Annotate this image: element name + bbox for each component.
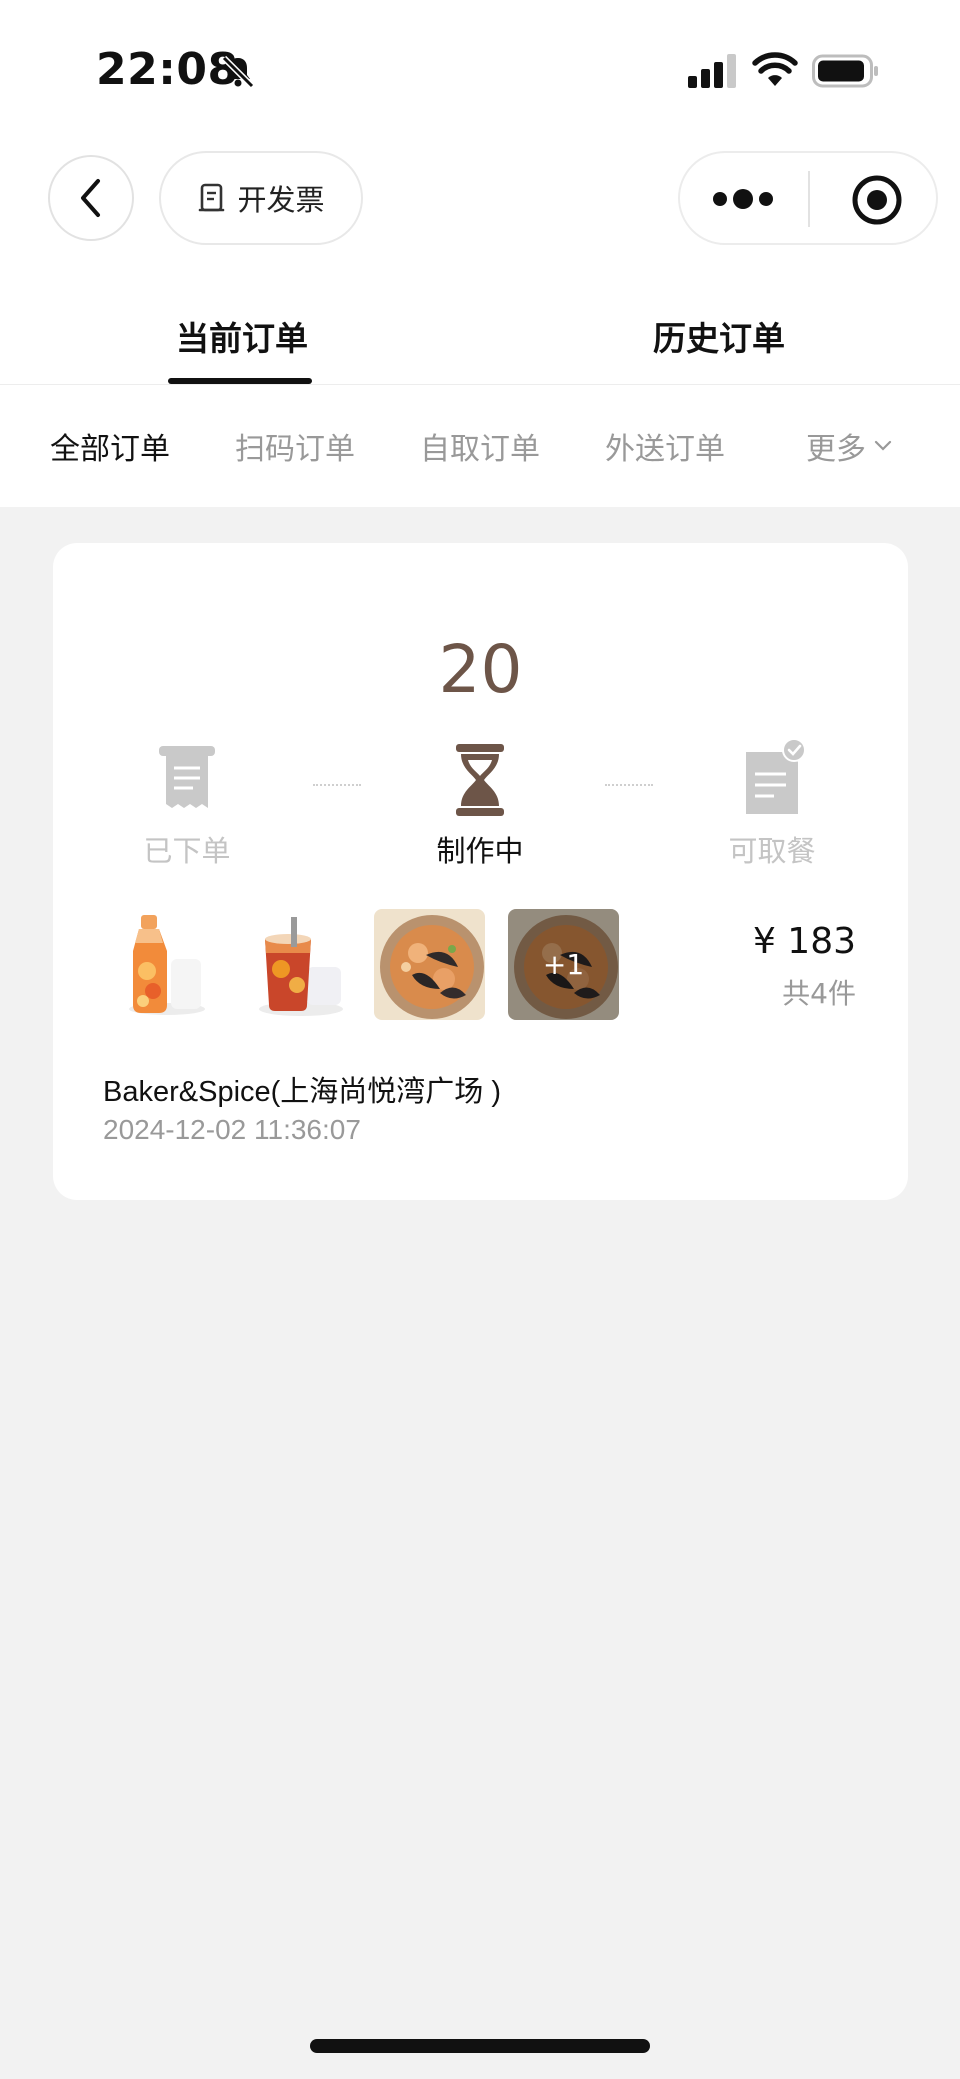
- document-check-icon: [746, 738, 806, 814]
- fruit-tea-carafe-thumbnail: [105, 909, 216, 1020]
- wifi-icon: [752, 52, 798, 86]
- step-preparing: 制作中: [405, 738, 555, 870]
- filter-more-label: 更多: [806, 432, 866, 467]
- bell-slash-icon: [221, 55, 255, 89]
- step-connector: [605, 784, 653, 786]
- step-preparing-label: 制作中: [436, 834, 524, 868]
- seafood-pasta-thumbnail-more: +1: [508, 909, 619, 1020]
- filter-delivery-orders[interactable]: 外送订单: [605, 424, 725, 468]
- filter-all-orders[interactable]: 全部订单: [50, 424, 170, 468]
- filter-more[interactable]: 更多: [806, 424, 892, 468]
- home-indicator: [310, 2039, 650, 2053]
- mini-program-capsule: [678, 151, 938, 245]
- iced-tea-glass-thumbnail: [241, 909, 352, 1020]
- receipt-icon: [159, 746, 215, 808]
- order-time: 2024-12-02 11:36:07: [103, 1114, 361, 1145]
- target-circle-icon[interactable]: [850, 173, 904, 227]
- order-item-count: 共4件: [782, 977, 856, 1010]
- chevron-left-icon: [81, 179, 100, 217]
- queue-number: 20: [438, 631, 523, 708]
- receipt-icon: [199, 183, 225, 212]
- hourglass-icon: [456, 744, 504, 816]
- step-ordered: 已下单: [112, 738, 262, 870]
- cellular-signal-icon: [688, 54, 736, 88]
- battery-icon: [812, 54, 878, 88]
- more-dots-icon[interactable]: [708, 173, 778, 225]
- tab-current-orders[interactable]: 当前订单: [176, 312, 308, 360]
- order-card[interactable]: 20 已下单 制作中 可取餐 +1 ¥ 183 共4件 Baker&Spice(…: [53, 543, 908, 1200]
- step-ordered-label: 已下单: [143, 834, 231, 868]
- back-button[interactable]: [48, 155, 134, 241]
- order-price: ¥ 183: [752, 921, 856, 962]
- invoice-button[interactable]: 开发票: [159, 151, 363, 245]
- capsule-divider: [808, 171, 810, 227]
- step-ready: 可取餐: [697, 738, 847, 870]
- store-name: Baker&Spice(上海尚悦湾广场 ): [103, 1076, 502, 1108]
- tab-divider: [0, 384, 960, 385]
- filter-scan-orders[interactable]: 扫码订单: [235, 424, 355, 468]
- more-items-overlay: +1: [508, 909, 619, 1020]
- filter-pickup-orders[interactable]: 自取订单: [420, 424, 540, 468]
- invoice-label: 开发票: [237, 183, 325, 217]
- tab-history-orders[interactable]: 历史订单: [653, 312, 785, 360]
- chevron-down-icon: [874, 440, 892, 451]
- step-ready-label: 可取餐: [728, 834, 816, 868]
- seafood-pasta-thumbnail: [374, 909, 485, 1020]
- step-connector: [313, 784, 361, 786]
